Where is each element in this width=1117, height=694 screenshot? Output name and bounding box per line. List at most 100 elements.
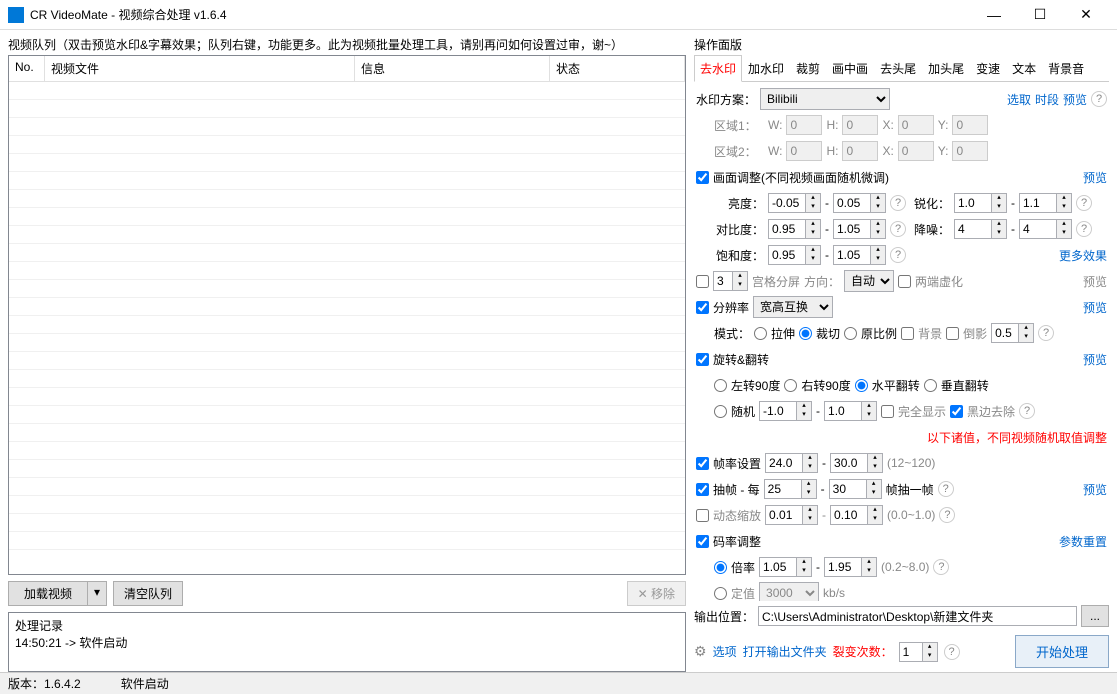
tab-remove-watermark[interactable]: 去水印 [694,55,742,82]
help-icon[interactable]: ? [1019,403,1035,419]
grid-split-check[interactable] [696,275,709,288]
fps-check[interactable] [696,457,709,470]
grid-direction-select[interactable]: 自动 [844,270,894,292]
rotate-check[interactable] [696,353,709,366]
help-icon[interactable]: ? [1038,325,1054,341]
resolution-select[interactable]: 宽高互换 [753,296,833,318]
help-icon[interactable]: ? [938,481,954,497]
start-button[interactable]: 开始处理 [1015,635,1109,668]
col-status[interactable]: 状态 [550,56,685,81]
help-icon[interactable]: ? [939,507,955,523]
help-icon[interactable]: ? [890,247,906,263]
full-display-check[interactable] [881,405,894,418]
bitrate-ratio-radio[interactable] [714,561,727,574]
brightness-min[interactable]: ▴▾ [768,193,821,213]
rotate-preview[interactable]: 预览 [1083,351,1107,368]
rotate-l90-radio[interactable] [714,379,727,392]
more-effects-link[interactable]: 更多效果 [1059,247,1107,264]
bitrate-min[interactable]: ▴▾ [759,557,812,577]
table-body[interactable] [9,82,685,574]
options-link[interactable]: 选项 [713,643,737,660]
col-info[interactable]: 信息 [355,56,550,81]
area1-h[interactable] [842,115,878,135]
rotate-random-radio[interactable] [714,405,727,418]
tab-bgm[interactable]: 背景音 [1042,55,1090,81]
tab-pip[interactable]: 画中画 [826,55,874,81]
fps-min[interactable]: ▴▾ [765,453,818,473]
minimize-button[interactable]: ― [971,0,1017,30]
help-icon[interactable]: ? [890,221,906,237]
help-icon[interactable]: ? [933,559,949,575]
sharpen-max[interactable]: ▴▾ [1019,193,1072,213]
remove-black-check[interactable] [950,405,963,418]
bitrate-fixed-value[interactable]: 3000 [759,582,819,601]
resolution-check[interactable] [696,301,709,314]
dropframe-preview[interactable]: 预览 [1083,481,1107,498]
resolution-preview[interactable]: 预览 [1083,299,1107,316]
video-table[interactable]: No. 视频文件 信息 状态 [8,55,686,575]
close-button[interactable]: ✕ [1063,0,1109,30]
sharpen-min[interactable]: ▴▾ [954,193,1007,213]
col-file[interactable]: 视频文件 [45,56,355,81]
dynscale-check[interactable] [696,509,709,522]
load-video-dropdown[interactable]: ▾ [88,581,107,606]
area2-h[interactable] [842,141,878,161]
tab-crop[interactable]: 裁剪 [790,55,826,81]
area2-y[interactable] [952,141,988,161]
tab-text[interactable]: 文本 [1006,55,1042,81]
area2-w[interactable] [786,141,822,161]
browse-button[interactable]: ... [1081,605,1109,627]
bitrate-check[interactable] [696,535,709,548]
bitrate-max[interactable]: ▴▾ [824,557,877,577]
maximize-button[interactable]: ☐ [1017,0,1063,30]
bg-check[interactable] [901,327,914,340]
denoise-max[interactable]: ▴▾ [1019,219,1072,239]
dropframe-check[interactable] [696,483,709,496]
clear-queue-button[interactable]: 清空队列 [113,581,183,606]
scale-min[interactable]: ▴▾ [765,505,818,525]
scale-max[interactable]: ▴▾ [830,505,883,525]
hflip-radio[interactable] [855,379,868,392]
brightness-max[interactable]: ▴▾ [833,193,886,213]
select-area-link[interactable]: 选取 [1007,91,1031,108]
denoise-min[interactable]: ▴▾ [954,219,1007,239]
open-output-link[interactable]: 打开输出文件夹 [743,643,827,660]
mode-stretch-radio[interactable] [754,327,767,340]
watermark-scheme-select[interactable]: Bilibili [760,88,890,110]
mode-crop-radio[interactable] [799,327,812,340]
time-range-link[interactable]: 时段 [1035,91,1059,108]
mode-keep-radio[interactable] [844,327,857,340]
preview-watermark-link[interactable]: 预览 [1063,91,1087,108]
frame-adjust-preview[interactable]: 预览 [1083,169,1107,186]
tab-speed[interactable]: 变速 [970,55,1006,81]
saturation-min[interactable]: ▴▾ [768,245,821,265]
tab-add-watermark[interactable]: 加水印 [742,55,790,81]
rotate-max[interactable]: ▴▾ [824,401,877,421]
area1-w[interactable] [786,115,822,135]
drop-max[interactable]: ▴▾ [829,479,882,499]
help-icon[interactable]: ? [1076,195,1092,211]
help-icon[interactable]: ? [1076,221,1092,237]
area1-y[interactable] [952,115,988,135]
contrast-max[interactable]: ▴▾ [833,219,886,239]
col-no[interactable]: No. [9,56,45,81]
fps-max[interactable]: ▴▾ [830,453,883,473]
bitrate-reset[interactable]: 参数重置 [1059,533,1107,550]
both-blur-check[interactable] [898,275,911,288]
rotate-min[interactable]: ▴▾ [759,401,812,421]
tab-trim-tail[interactable]: 去头尾 [874,55,922,81]
frame-adjust-check[interactable] [696,171,709,184]
load-video-button[interactable]: 加载视频 ▾ [8,581,107,606]
help-icon[interactable]: ? [890,195,906,211]
area1-x[interactable] [898,115,934,135]
drop-min[interactable]: ▴▾ [764,479,817,499]
split-count[interactable]: ▴▾ [899,642,938,662]
output-path-input[interactable] [758,606,1077,626]
tab-add-head[interactable]: 加头尾 [922,55,970,81]
help-icon[interactable]: ? [1091,91,1107,107]
help-icon[interactable]: ? [944,644,960,660]
gear-icon[interactable]: ⚙ [694,643,707,660]
vflip-radio[interactable] [924,379,937,392]
rotate-r90-radio[interactable] [784,379,797,392]
saturation-max[interactable]: ▴▾ [833,245,886,265]
